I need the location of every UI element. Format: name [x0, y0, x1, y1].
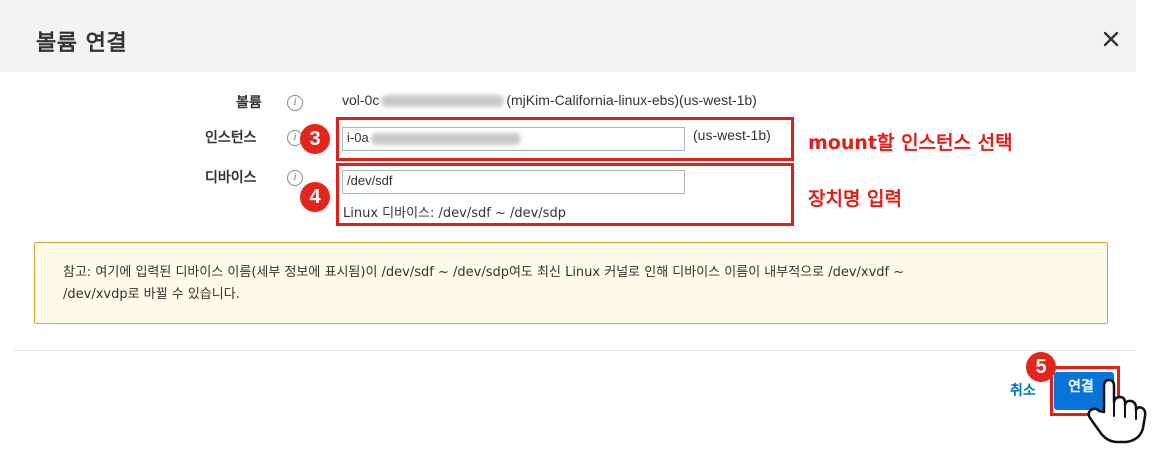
info-icon[interactable]: i: [287, 95, 303, 111]
note-box: 참고: 여기에 입력된 디바이스 이름(세부 정보에 표시됨)이 /dev/sd…: [34, 242, 1108, 324]
info-icon[interactable]: i: [287, 170, 303, 186]
device-label: 디바이스: [205, 170, 257, 186]
step-5-badge: 5: [1026, 352, 1056, 382]
volume-label: 볼륨: [236, 95, 262, 111]
volume-id: vol-0c: [342, 92, 380, 108]
redacted-block: [381, 95, 505, 108]
note-text: 참고: 여기에 입력된 디바이스 이름(세부 정보에 표시됨)이 /dev/sd…: [63, 262, 1093, 306]
note-line-1: 참고: 여기에 입력된 디바이스 이름(세부 정보에 표시됨)이 /dev/sd…: [63, 265, 905, 280]
pointer-hand-icon: [1082, 372, 1148, 444]
footer-divider: [14, 350, 1136, 351]
instance-annotation: mount할 인스턴스 선택: [808, 132, 1013, 154]
close-icon[interactable]: [1100, 28, 1122, 50]
modal-title: 볼륨 연결: [36, 31, 128, 56]
volume-description: (mjKim-California-linux-ebs)(us-west-1b): [506, 92, 757, 108]
cancel-button[interactable]: 취소: [1010, 380, 1036, 400]
device-annotation: 장치명 입력: [808, 188, 903, 210]
device-highlight-box: [336, 163, 794, 226]
step-4-badge: 4: [300, 182, 330, 212]
modal-header: 볼륨 연결: [0, 0, 1136, 72]
step-3-badge: 3: [300, 124, 330, 154]
note-line-2: /dev/xvdp로 바뀔 수 있습니다.: [63, 287, 240, 302]
instance-highlight-box: [336, 117, 794, 161]
volume-value: vol-0c (mjKim-California-linux-ebs)(us-we…: [342, 92, 757, 108]
instance-label: 인스턴스: [205, 130, 257, 146]
